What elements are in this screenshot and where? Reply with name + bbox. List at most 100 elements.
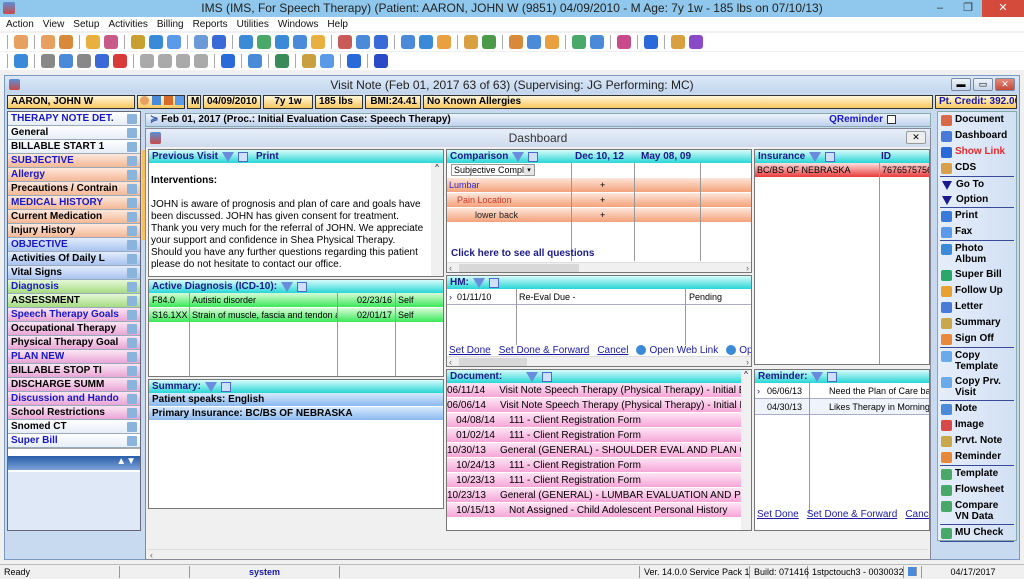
patient-allergies[interactable]: No Known Allergies xyxy=(423,95,933,109)
filter-icon[interactable] xyxy=(472,277,485,288)
toolbar2-button-14-icon[interactable] xyxy=(302,54,316,68)
sidebar-item[interactable]: MEDICAL HISTORY xyxy=(8,196,140,210)
previous-visit-scrollbar[interactable]: ^ xyxy=(431,163,443,276)
edit-note-icon[interactable] xyxy=(127,407,137,418)
toolbar-button-6-icon[interactable] xyxy=(131,35,145,49)
reminder-row[interactable]: 04/30/13 Likes Therapy in Morning - xyxy=(755,399,929,415)
document-row[interactable]: 10/23/13 General (GENERAL) - LUMBAR EVALU… xyxy=(447,488,741,503)
hm-link-set-done[interactable]: Set Done xyxy=(449,345,491,356)
toolbar-button-24-icon[interactable] xyxy=(509,35,523,49)
vn-restore-button[interactable]: ▭ xyxy=(973,78,993,91)
edit-note-icon[interactable] xyxy=(127,253,137,264)
dashboard-hscrollbar[interactable]: ‹ xyxy=(148,549,928,560)
window-icon[interactable] xyxy=(237,151,248,162)
toolbar-button-1-icon[interactable] xyxy=(14,35,28,49)
tool-prvt-note[interactable]: Prvt. Note xyxy=(938,433,1016,449)
sidebar-item[interactable]: SUBJECTIVE xyxy=(8,154,140,168)
toolbar2-button-5-icon[interactable] xyxy=(95,54,109,68)
tool-super-bill[interactable]: Super Bill xyxy=(938,267,1016,283)
toolbar-button-28-icon[interactable] xyxy=(590,35,604,49)
toolbar-button-26-icon[interactable] xyxy=(545,35,559,49)
collapse-icon[interactable]: ≽ xyxy=(150,114,161,125)
edit-note-icon[interactable] xyxy=(127,337,137,348)
menu-reports[interactable]: Reports xyxy=(193,19,228,30)
sidebar-item[interactable]: Current Medication xyxy=(8,210,140,224)
menu-help[interactable]: Help xyxy=(327,19,348,30)
reminder-row[interactable]: › 06/06/13 Need the Plan of Care back xyxy=(755,383,929,399)
edit-note-icon[interactable] xyxy=(127,127,137,138)
toolbar-button-14-icon[interactable] xyxy=(293,35,307,49)
tool-summary[interactable]: Summary xyxy=(938,315,1016,331)
toolbar2-button-2-icon[interactable] xyxy=(41,54,55,68)
tool-photo-album[interactable]: Photo Album xyxy=(938,241,1016,267)
menu-action[interactable]: Action xyxy=(6,19,34,30)
edit-note-icon[interactable] xyxy=(127,211,137,222)
toolbar-button-23-icon[interactable] xyxy=(482,35,496,49)
edit-note-icon[interactable] xyxy=(127,225,137,236)
sidebar-scroll-arrows[interactable]: ▲▼ xyxy=(8,456,140,470)
toolbar2-button-10-icon[interactable] xyxy=(194,54,208,68)
comparison-row[interactable]: Lumbar + xyxy=(447,178,751,193)
filter-icon[interactable] xyxy=(221,151,234,162)
document-row[interactable]: 10/23/13 111 - Client Registration Form xyxy=(447,473,741,488)
hm-row[interactable]: › 01/11/10 Re-Eval Due - Pending xyxy=(447,289,751,305)
sidebar-item[interactable]: OBJECTIVE xyxy=(8,238,140,252)
comparison-category-select[interactable]: Subjective Compla ▾ xyxy=(451,164,535,176)
hm-link-open-web-link[interactable]: Open Web Link xyxy=(649,345,718,356)
hm-link-open-linked[interactable]: Open Linked xyxy=(739,345,751,356)
document-row[interactable]: 10/15/13 Not Assigned - Child Adolescent … xyxy=(447,503,741,518)
tool-letter[interactable]: Letter xyxy=(938,299,1016,315)
tool-reminder[interactable]: Reminder xyxy=(938,449,1016,465)
document-row[interactable]: 06/11/14 Visit Note Speech Therapy (Physi… xyxy=(447,383,741,398)
toolbar-button-13-icon[interactable] xyxy=(275,35,289,49)
sidebar-item[interactable]: General xyxy=(8,126,140,140)
patient-icons[interactable] xyxy=(137,95,185,109)
toolbar2-button-13-icon[interactable] xyxy=(275,54,289,68)
toolbar-button-21-icon[interactable] xyxy=(437,35,451,49)
filter-icon[interactable] xyxy=(512,151,525,162)
window-icon[interactable] xyxy=(297,281,308,292)
tool-note[interactable]: Note xyxy=(938,401,1016,417)
filter-icon[interactable] xyxy=(526,371,539,382)
toolbar-button-25-icon[interactable] xyxy=(527,35,541,49)
minimize-button[interactable]: – xyxy=(926,0,954,17)
close-button[interactable]: ✕ xyxy=(982,0,1024,17)
menu-billing[interactable]: Billing xyxy=(157,19,184,30)
menu-activities[interactable]: Activities xyxy=(108,19,147,30)
toolbar-button-2-icon[interactable] xyxy=(41,35,55,49)
toolbar-button-17-icon[interactable] xyxy=(356,35,370,49)
toolbar-button-19-icon[interactable] xyxy=(401,35,415,49)
filter-icon[interactable] xyxy=(811,371,824,382)
toolbar2-button-4-icon[interactable] xyxy=(77,54,91,68)
edit-note-icon[interactable] xyxy=(127,435,137,446)
sidebar-item[interactable]: BILLABLE STOP TI xyxy=(8,364,140,378)
hm-link-set-done-forward[interactable]: Set Done & Forward xyxy=(499,345,590,356)
toolbar-button-11-icon[interactable] xyxy=(239,35,253,49)
sidebar-item[interactable]: Discussion and Hando xyxy=(8,392,140,406)
sidebar-item[interactable]: THERAPY NOTE DET. xyxy=(8,112,140,126)
toolbar2-button-1-icon[interactable] xyxy=(14,54,28,68)
sidebar-item[interactable]: Diagnosis xyxy=(8,280,140,294)
toolbar-button-32-icon[interactable] xyxy=(689,35,703,49)
tool-mu-check[interactable]: MU Check xyxy=(938,525,1016,541)
sidebar-item[interactable]: Super Bill xyxy=(8,434,140,448)
sidebar-item[interactable]: PLAN NEW xyxy=(8,350,140,364)
toolbar-button-8-icon[interactable] xyxy=(167,35,181,49)
toolbar2-button-6-icon[interactable] xyxy=(113,54,127,68)
toolbar-button-4-icon[interactable] xyxy=(86,35,100,49)
toolbar-button-27-icon[interactable] xyxy=(572,35,586,49)
toolbar2-button-17-icon[interactable] xyxy=(374,54,388,68)
edit-note-icon[interactable] xyxy=(127,379,137,390)
tool-print[interactable]: Print xyxy=(938,208,1016,224)
sidebar-item[interactable]: Injury History xyxy=(8,224,140,238)
edit-note-icon[interactable] xyxy=(127,351,137,362)
comparison-hscrollbar[interactable]: ‹ › xyxy=(447,262,751,272)
filter-icon[interactable] xyxy=(281,281,294,292)
toolbar2-button-9-icon[interactable] xyxy=(176,54,190,68)
menu-view[interactable]: View xyxy=(43,19,65,30)
sidebar-item[interactable]: Speech Therapy Goals xyxy=(8,308,140,322)
sidebar-item[interactable]: Snomed CT xyxy=(8,420,140,434)
menu-setup[interactable]: Setup xyxy=(73,19,99,30)
filter-icon[interactable] xyxy=(809,151,822,162)
sidebar-item[interactable]: Allergy xyxy=(8,168,140,182)
